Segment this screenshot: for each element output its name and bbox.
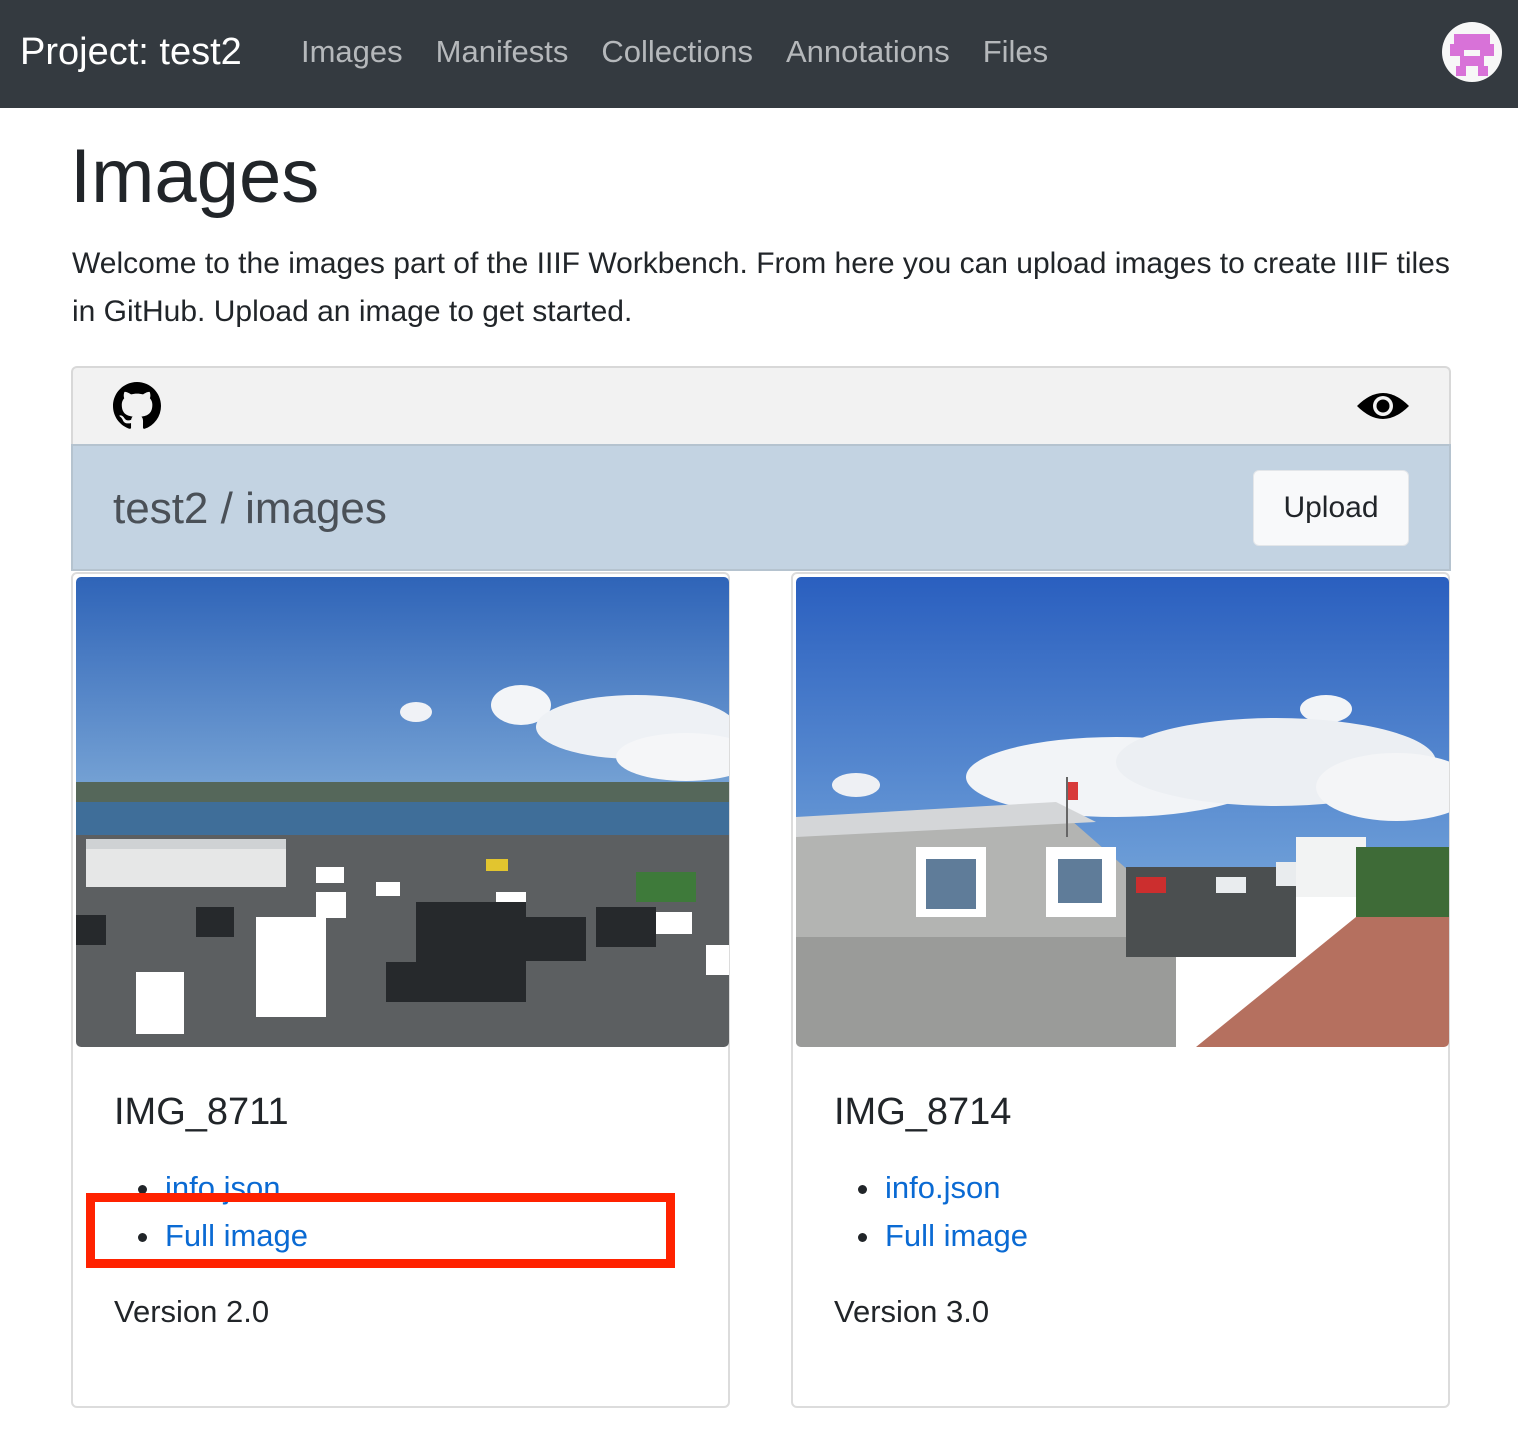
image-title: IMG_8711 [114, 1091, 289, 1133]
list-item: Full image [138, 1212, 308, 1260]
list-item: info.json [138, 1164, 308, 1212]
user-avatar[interactable] [1442, 22, 1502, 82]
harbor-parking-photo [76, 577, 729, 1047]
nav-link-manifests[interactable]: Manifests [436, 30, 569, 74]
repo-toolbar [71, 366, 1451, 444]
project-brand[interactable]: Project: test2 [20, 28, 242, 76]
image-thumbnail[interactable] [796, 577, 1449, 1047]
repo-header: test2 / images Upload [71, 444, 1451, 571]
image-card: IMG_8714 info.json Full image Version 3.… [791, 572, 1450, 1408]
github-icon[interactable] [113, 382, 161, 430]
page-title: Images [70, 134, 320, 219]
image-card: IMG_8711 info.json Full image Version 2.… [71, 572, 730, 1408]
image-links: info.json Full image [858, 1164, 1028, 1260]
nav-link-images[interactable]: Images [301, 30, 403, 74]
nav-link-annotations[interactable]: Annotations [786, 30, 950, 74]
repo-path: test2 / images [113, 484, 387, 533]
nav-link-files[interactable]: Files [983, 30, 1048, 74]
list-item: Full image [858, 1212, 1028, 1260]
info-json-link[interactable]: info.json [885, 1170, 1000, 1205]
image-title: IMG_8714 [834, 1091, 1012, 1133]
image-thumbnail[interactable] [76, 577, 729, 1047]
nav-link-collections[interactable]: Collections [601, 30, 753, 74]
full-image-link[interactable]: Full image [885, 1218, 1028, 1253]
upload-button[interactable]: Upload [1253, 470, 1409, 546]
image-version: Version 2.0 [114, 1294, 270, 1329]
image-version: Version 3.0 [834, 1294, 990, 1329]
image-links: info.json Full image [138, 1164, 308, 1260]
avatar-identicon [1450, 34, 1494, 76]
full-image-link[interactable]: Full image [165, 1218, 308, 1253]
waterfront-pier-photo [796, 577, 1449, 1047]
info-json-link[interactable]: info.json [165, 1170, 280, 1205]
top-navbar: Project: test2 Images Manifests Collecti… [0, 0, 1518, 108]
nav-links: Images Manifests Collections Annotations… [301, 30, 1048, 74]
eye-icon[interactable] [1355, 386, 1411, 426]
list-item: info.json [858, 1164, 1028, 1212]
page-intro: Welcome to the images part of the IIIF W… [72, 247, 1450, 328]
